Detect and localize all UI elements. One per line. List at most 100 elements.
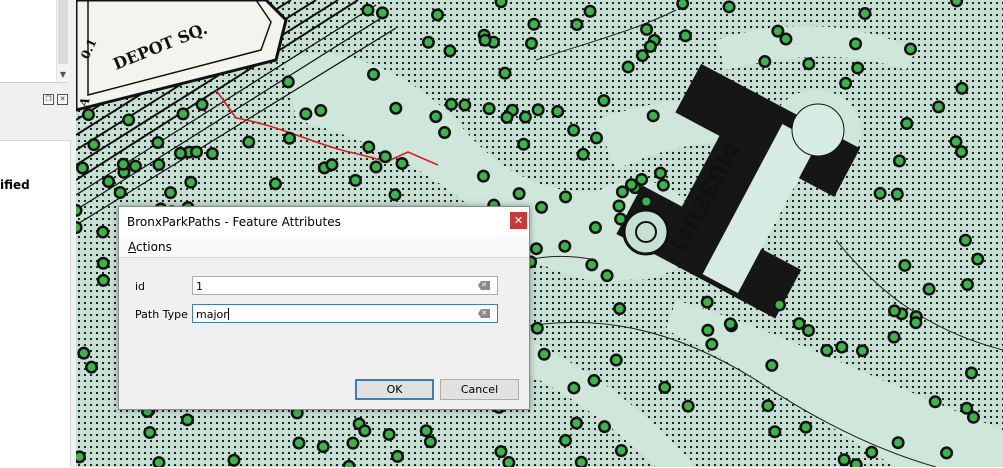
tree-marker[interactable] (294, 439, 303, 448)
tree-marker[interactable] (176, 149, 185, 158)
tree-marker[interactable] (496, 447, 505, 456)
tree-marker[interactable] (890, 333, 899, 342)
tree-marker[interactable] (179, 109, 188, 118)
tree-marker[interactable] (951, 137, 960, 146)
tree-marker[interactable] (293, 408, 302, 417)
tree-marker[interactable] (99, 259, 108, 268)
tree-marker[interactable] (890, 306, 899, 315)
tree-marker[interactable] (659, 181, 668, 190)
tree-marker[interactable] (229, 456, 238, 465)
tree-marker[interactable] (348, 439, 357, 448)
tree-marker[interactable] (98, 228, 107, 237)
tree-marker[interactable] (860, 9, 869, 18)
tree-marker[interactable] (78, 164, 87, 173)
tree-marker[interactable] (104, 177, 113, 186)
tree-marker[interactable] (208, 149, 217, 158)
tree-marker[interactable] (760, 57, 769, 66)
tree-marker[interactable] (615, 202, 624, 211)
tree-marker[interactable] (616, 215, 625, 224)
tree-marker[interactable] (385, 430, 394, 439)
tree-marker[interactable] (79, 349, 88, 358)
tree-marker[interactable] (590, 376, 599, 385)
tree-marker[interactable] (198, 100, 207, 109)
tree-marker[interactable] (447, 100, 456, 109)
tree-marker[interactable] (969, 413, 978, 422)
tree-marker[interactable] (479, 172, 488, 181)
tree-marker[interactable] (154, 160, 163, 169)
tree-marker[interactable] (627, 180, 636, 189)
tree-marker[interactable] (183, 415, 192, 424)
tree-marker[interactable] (378, 8, 387, 17)
tree-marker[interactable] (649, 111, 658, 120)
tree-marker[interactable] (481, 36, 490, 45)
ok-button[interactable]: OK (355, 379, 434, 400)
tree-marker[interactable] (533, 324, 542, 333)
tree-marker[interactable] (934, 102, 943, 111)
tree-marker[interactable] (154, 458, 163, 467)
tree-marker[interactable] (963, 280, 972, 289)
tree-marker[interactable] (612, 356, 621, 365)
tree-marker[interactable] (853, 63, 862, 72)
tree-marker[interactable] (795, 319, 804, 328)
dialog-titlebar[interactable]: BronxParkPaths - Feature Attributes ✕ (119, 207, 529, 237)
tree-marker[interactable] (553, 107, 562, 116)
tree-marker[interactable] (726, 319, 735, 328)
tree-marker[interactable] (569, 383, 578, 392)
tree-marker[interactable] (519, 140, 528, 149)
tree-marker[interactable] (973, 255, 982, 264)
scroll-down-arrow-icon[interactable]: ▼ (58, 70, 68, 80)
tree-marker[interactable] (284, 77, 293, 86)
tree-marker[interactable] (586, 7, 595, 16)
tree-marker[interactable] (703, 326, 712, 335)
tree-marker[interactable] (767, 361, 776, 370)
tree-marker[interactable] (89, 140, 98, 149)
tree-marker[interactable] (801, 423, 810, 432)
tree-marker[interactable] (119, 160, 128, 169)
tree-marker[interactable] (837, 343, 846, 352)
clear-field-icon[interactable]: ✕ (478, 309, 490, 318)
tree-marker[interactable] (316, 106, 325, 115)
tree-marker[interactable] (431, 112, 440, 121)
tree-marker[interactable] (638, 51, 647, 60)
tree-marker[interactable] (840, 455, 849, 464)
tree-marker[interactable] (145, 428, 154, 437)
tree-marker[interactable] (534, 105, 543, 114)
tree-marker[interactable] (360, 426, 369, 435)
tree-marker[interactable] (327, 160, 336, 169)
tree-marker[interactable] (579, 150, 588, 159)
tree-marker[interactable] (763, 401, 772, 410)
tree-marker[interactable] (319, 442, 328, 451)
tree-marker[interactable] (587, 260, 596, 269)
tree-marker[interactable] (166, 188, 175, 197)
tree-marker[interactable] (153, 138, 162, 147)
path-type-field[interactable]: major ✕ (192, 304, 498, 323)
tree-marker[interactable] (540, 350, 549, 359)
tree-marker[interactable] (804, 59, 813, 68)
tree-marker[interactable] (656, 169, 665, 178)
tree-marker[interactable] (900, 261, 909, 270)
tree-marker[interactable] (773, 27, 782, 36)
tree-marker[interactable] (858, 346, 867, 355)
tree-marker[interactable] (560, 242, 569, 251)
tree-marker[interactable] (532, 244, 541, 253)
tree-marker[interactable] (391, 190, 400, 199)
tree-marker[interactable] (967, 368, 976, 377)
tree-marker[interactable] (363, 6, 372, 15)
tree-marker[interactable] (957, 147, 966, 156)
tree-marker[interactable] (931, 397, 940, 406)
tree-marker[interactable] (99, 276, 108, 285)
tree-marker[interactable] (804, 326, 813, 335)
tree-marker[interactable] (851, 39, 860, 48)
tree-marker[interactable] (440, 128, 449, 137)
tree-marker[interactable] (646, 42, 655, 51)
tree-marker[interactable] (500, 69, 509, 78)
tree-marker[interactable] (433, 10, 442, 19)
layer-list[interactable]: ▼ (0, 0, 69, 83)
tree-marker[interactable] (445, 46, 454, 55)
cancel-button[interactable]: Cancel (440, 379, 519, 400)
tree-marker[interactable] (301, 109, 310, 118)
tree-marker[interactable] (618, 187, 627, 196)
tree-marker[interactable] (398, 159, 407, 168)
tree-marker[interactable] (660, 383, 669, 392)
tree-marker[interactable] (841, 79, 850, 88)
